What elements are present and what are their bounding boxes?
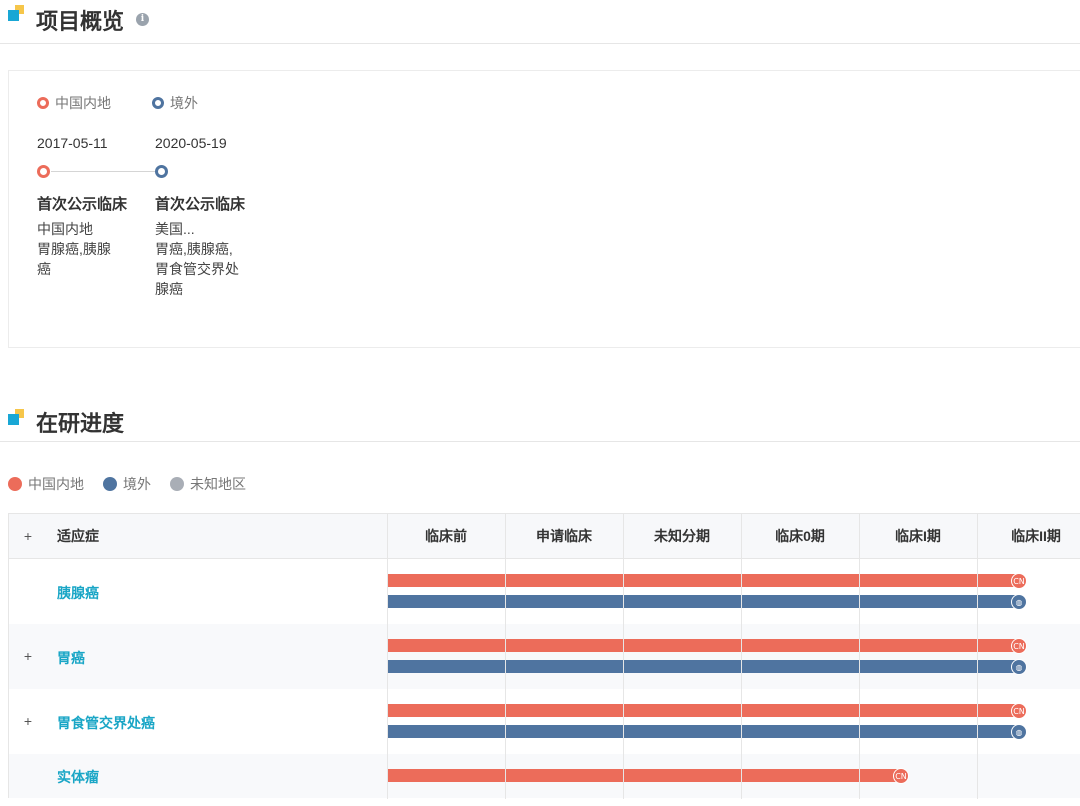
globe-icon[interactable]: ◍ (1011, 723, 1027, 740)
timeline-region[interactable]: 美国... (155, 219, 245, 239)
progress-title: 在研进度 (36, 411, 125, 436)
globe-icon[interactable]: ◍ (1011, 658, 1027, 675)
overseas-progress-bar[interactable] (387, 595, 1019, 608)
unknown-dot-icon (170, 477, 184, 491)
indication-link[interactable]: 实体瘤 (57, 767, 99, 787)
section-icon (8, 409, 24, 425)
timeline-indications: 胃癌,胰腺癌,胃食管交界处腺癌 (155, 241, 239, 297)
overview-card: 中国内地 境外 2017-05-11 首次公示临床 中国内地 胃腺癌,胰腺癌 2… (8, 70, 1080, 348)
timeline-item-2: 2020-05-19 首次公示临床 美国... 胃癌,胰腺癌,胃食管交界处腺癌 (155, 135, 265, 297)
progress-grid: + 适应症 临床前 申请临床 未知分期 临床0期 临床I期 临床II期 胰腺癌 C… (8, 513, 1080, 799)
overseas-dot-icon (103, 477, 117, 491)
mainland-progress-bar[interactable] (387, 574, 1019, 587)
column-divider (505, 514, 506, 799)
cn-badge-icon[interactable]: CN (893, 767, 909, 784)
column-divider (387, 514, 388, 799)
legend-overseas[interactable]: 境外 (152, 93, 198, 113)
stage-header: 临床II期 (1011, 528, 1061, 544)
cn-badge-icon[interactable]: CN (1011, 572, 1027, 589)
stage-header: 未知分期 (654, 528, 710, 544)
legend-mainland[interactable]: 中国内地 (37, 93, 111, 113)
legend-unknown[interactable]: 未知地区 (170, 474, 246, 494)
timeline-title: 首次公示临床 (155, 196, 246, 213)
column-divider (977, 514, 978, 799)
grid-header: + 适应症 临床前 申请临床 未知分期 临床0期 临床I期 临床II期 (9, 514, 1080, 559)
info-icon[interactable]: i (136, 13, 149, 26)
timeline-date: 2020-05-19 (155, 135, 227, 151)
indication-link[interactable]: 胃癌 (57, 648, 85, 668)
mainland-progress-bar[interactable] (387, 704, 1019, 717)
timeline-node-icon (155, 165, 168, 178)
column-divider (623, 514, 624, 799)
stage-header: 临床前 (425, 528, 467, 544)
stage-header: 临床0期 (775, 528, 825, 544)
legend-overseas[interactable]: 境外 (103, 474, 151, 494)
expand-all-icon[interactable]: + (21, 528, 35, 544)
table-row: 胰腺癌 CN ◍ (9, 559, 1080, 624)
mainland-dot-icon (37, 97, 49, 109)
timeline-item-1: 2017-05-11 首次公示临床 中国内地 胃腺癌,胰腺癌 (37, 135, 147, 277)
timeline-node-icon (37, 165, 50, 178)
timeline-detail: 中国内地 胃腺癌,胰腺癌 (37, 219, 121, 279)
timeline-title: 首次公示临床 (37, 196, 128, 213)
mainland-progress-bar[interactable] (387, 639, 1019, 652)
timeline-indications: 胃腺癌,胰腺癌 (37, 241, 111, 277)
progress-section-header: 在研进度 (0, 398, 1080, 442)
timeline-region: 中国内地 (37, 221, 93, 237)
timeline-detail: 美国... 胃癌,胰腺癌,胃食管交界处腺癌 (155, 219, 245, 299)
timeline-date: 2017-05-11 (37, 135, 108, 151)
overview-title: 项目概览 (36, 9, 125, 34)
mainland-dot-icon (8, 477, 22, 491)
table-row: + 胃食管交界处癌 CN ◍ (9, 689, 1080, 754)
column-divider (859, 514, 860, 799)
indication-header: 适应症 (57, 528, 99, 544)
legend-mainland[interactable]: 中国内地 (8, 474, 84, 494)
cn-badge-icon[interactable]: CN (1011, 702, 1027, 719)
cn-badge-icon[interactable]: CN (1011, 637, 1027, 654)
expand-row-icon[interactable]: + (21, 713, 35, 729)
section-icon (8, 5, 24, 21)
overseas-progress-bar[interactable] (387, 660, 1019, 673)
overview-section-header: 项目概览 i (0, 0, 1080, 44)
expand-row-icon[interactable]: + (21, 648, 35, 664)
indication-link[interactable]: 胃食管交界处癌 (57, 713, 155, 733)
mainland-progress-bar[interactable] (387, 769, 901, 782)
stage-header: 申请临床 (536, 528, 592, 544)
table-row: 实体瘤 CN (9, 754, 1080, 798)
stage-header: 临床I期 (895, 528, 941, 544)
column-divider (741, 514, 742, 799)
overseas-dot-icon (152, 97, 164, 109)
table-row: + 胃癌 CN ◍ (9, 624, 1080, 689)
globe-icon[interactable]: ◍ (1011, 593, 1027, 610)
overseas-progress-bar[interactable] (387, 725, 1019, 738)
indication-link[interactable]: 胰腺癌 (57, 583, 99, 603)
timeline-connector (51, 171, 161, 172)
